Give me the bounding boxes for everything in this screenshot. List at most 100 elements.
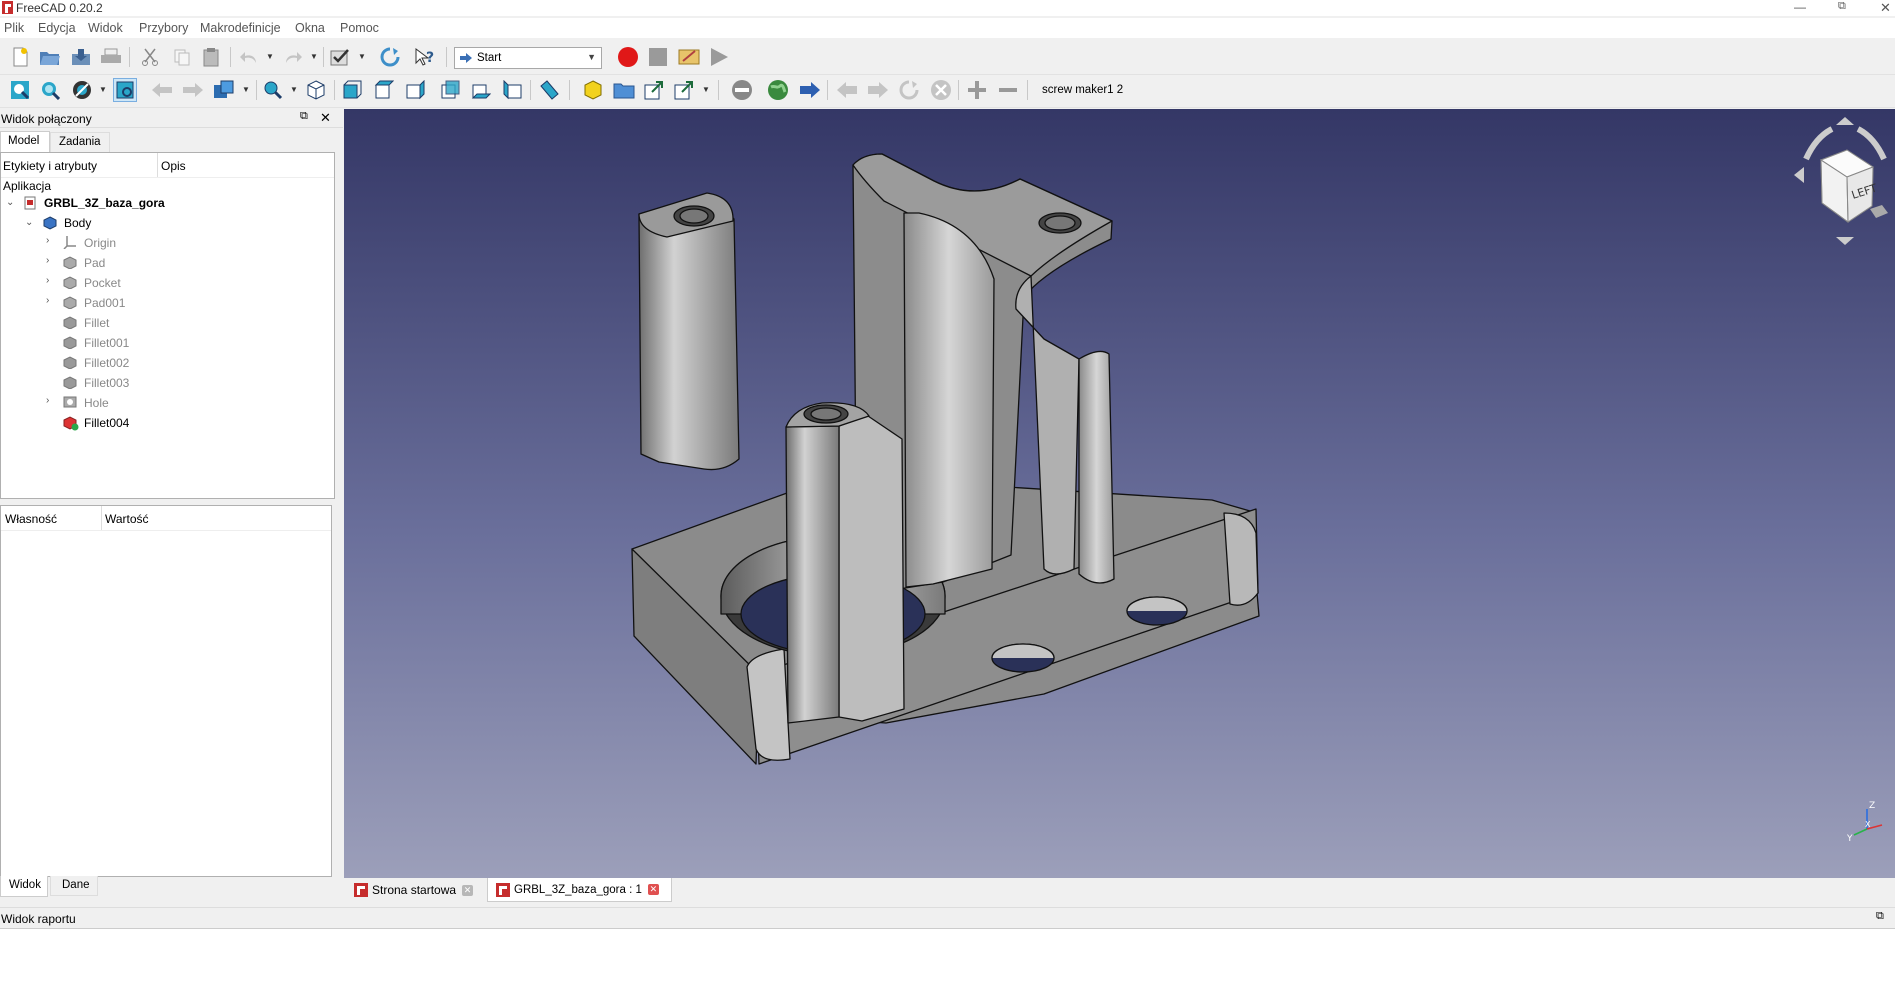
chevron-right-icon[interactable]: › — [46, 255, 49, 266]
zoom-in-icon[interactable] — [966, 79, 988, 101]
web-forward-icon[interactable] — [799, 79, 821, 101]
web-home-icon[interactable] — [767, 79, 789, 101]
menu-plik[interactable]: Plik — [4, 21, 24, 35]
stop-navigation-icon[interactable] — [731, 79, 753, 101]
zoom-out-icon[interactable] — [997, 79, 1019, 101]
close-window-button[interactable]: ✕ — [1880, 0, 1891, 16]
float-panel-icon[interactable]: ⧉ — [300, 110, 308, 123]
tab-model[interactable]: Model — [0, 131, 50, 152]
3d-model[interactable] — [344, 109, 1895, 878]
tree-document[interactable]: GRBL_3Z_baza_gora — [44, 196, 165, 210]
paste-icon[interactable] — [200, 46, 222, 68]
restore-button[interactable]: ⧉ — [1838, 0, 1846, 13]
measure-distance-icon[interactable] — [538, 79, 560, 101]
view-back-icon[interactable] — [151, 79, 173, 101]
view-front-icon[interactable] — [341, 79, 363, 101]
close-tab-icon[interactable]: ✕ — [647, 884, 659, 895]
column-property[interactable]: Własność — [5, 512, 57, 526]
web-refresh-icon[interactable] — [898, 79, 920, 101]
menu-pomoc[interactable]: Pomoc — [340, 21, 379, 35]
tab-widok[interactable]: Widok — [0, 876, 48, 897]
float-panel-icon[interactable]: ⧉ — [1876, 910, 1884, 923]
arrow-left-icon[interactable] — [1794, 167, 1804, 183]
rotate-left-icon[interactable] — [1803, 126, 1834, 161]
undo-icon[interactable] — [238, 46, 260, 68]
arrow-down-icon[interactable] — [1836, 237, 1854, 245]
view-rear-icon[interactable] — [439, 79, 461, 101]
chevron-right-icon[interactable]: › — [46, 295, 49, 306]
fit-selection-icon[interactable] — [39, 79, 61, 101]
create-group-icon[interactable] — [613, 79, 635, 101]
chevron-right-icon[interactable]: › — [46, 235, 49, 246]
view-bottom-icon[interactable] — [470, 79, 492, 101]
view-left-icon[interactable] — [501, 79, 523, 101]
create-part-icon[interactable] — [582, 79, 604, 101]
macros-icon[interactable] — [678, 46, 700, 68]
report-view-header: Widok raportu ⧉ — [0, 907, 1895, 928]
fit-all-icon[interactable] — [9, 79, 31, 101]
column-labels[interactable]: Etykiety i atrybuty — [3, 159, 97, 173]
link-actions-icon[interactable] — [674, 79, 696, 101]
record-macro-icon[interactable] — [617, 46, 639, 68]
draw-style-dropdown-icon[interactable]: ▼ — [99, 85, 107, 94]
macro-label[interactable]: screw maker1 2 — [1042, 84, 1123, 96]
minimize-button[interactable]: — — [1794, 0, 1806, 14]
web-back-icon[interactable] — [836, 79, 858, 101]
zoom-icon[interactable] — [262, 79, 284, 101]
std-toggle-icon[interactable] — [330, 46, 352, 68]
column-value[interactable]: Wartość — [105, 512, 149, 526]
cube-menu-icon[interactable] — [1870, 205, 1888, 218]
report-view-content[interactable] — [0, 928, 1895, 1002]
view-top-icon[interactable] — [373, 79, 395, 101]
sync-view-dropdown-icon[interactable]: ▼ — [242, 85, 250, 94]
menu-widok[interactable]: Widok — [88, 21, 123, 35]
close-tab-icon[interactable]: ✕ — [462, 884, 474, 896]
view-isometric-icon[interactable] — [305, 79, 327, 101]
copy-icon[interactable] — [171, 46, 193, 68]
arrow-up-icon[interactable] — [1836, 117, 1854, 125]
draw-style-icon[interactable] — [71, 79, 93, 101]
redo-icon[interactable] — [282, 46, 304, 68]
bounding-box-icon[interactable] — [113, 78, 137, 102]
3d-viewport[interactable]: LEFT Z X Y — [344, 109, 1895, 878]
chevron-down-icon[interactable]: ⌄ — [6, 197, 14, 208]
view-forward-icon[interactable] — [182, 79, 204, 101]
print-icon[interactable] — [100, 46, 122, 68]
make-link-icon[interactable] — [644, 79, 666, 101]
tab-zadania[interactable]: Zadania — [50, 132, 110, 152]
close-panel-icon[interactable]: ✕ — [320, 110, 331, 126]
web-stop-icon[interactable] — [930, 79, 952, 101]
chevron-right-icon[interactable]: › — [46, 275, 49, 286]
axis-y-label: Y — [1846, 834, 1853, 844]
undo-dropdown-icon[interactable]: ▼ — [266, 52, 274, 61]
column-description[interactable]: Opis — [161, 159, 186, 173]
chevron-down-icon[interactable]: ⌄ — [25, 217, 33, 228]
web-next-icon[interactable] — [867, 79, 889, 101]
menu-przybory[interactable]: Przybory — [139, 21, 188, 35]
navigation-cube[interactable]: LEFT — [1772, 115, 1892, 245]
refresh-icon[interactable] — [379, 46, 401, 68]
stop-macro-icon[interactable] — [647, 46, 669, 68]
doc-tab-start[interactable]: Strona startowa ✕ — [350, 878, 479, 902]
workbench-selector[interactable]: Start ▼ — [454, 47, 602, 69]
zoom-dropdown-icon[interactable]: ▼ — [290, 85, 298, 94]
cut-icon[interactable] — [139, 46, 161, 68]
open-file-icon[interactable] — [39, 46, 61, 68]
view-right-icon[interactable] — [404, 79, 426, 101]
sync-view-icon[interactable] — [213, 79, 235, 101]
tab-dane[interactable]: Dane — [50, 876, 98, 896]
chevron-right-icon[interactable]: › — [46, 395, 49, 406]
redo-dropdown-icon[interactable]: ▼ — [310, 52, 318, 61]
toggle-dropdown-icon[interactable]: ▼ — [358, 52, 366, 61]
execute-macro-icon[interactable] — [708, 46, 730, 68]
new-file-icon[interactable] — [9, 46, 31, 68]
menu-edycja[interactable]: Edycja — [38, 21, 76, 35]
doc-tab-model[interactable]: GRBL_3Z_baza_gora : 1 ✕ — [487, 878, 672, 902]
rotate-right-icon[interactable] — [1856, 126, 1887, 161]
tree-body[interactable]: Body — [64, 216, 91, 230]
save-icon[interactable] — [70, 46, 92, 68]
link-actions-dropdown-icon[interactable]: ▼ — [702, 85, 710, 94]
menu-makrodefinicje[interactable]: Makrodefinicje — [200, 21, 281, 35]
menu-okna[interactable]: Okna — [295, 21, 325, 35]
whats-this-icon[interactable]: ? — [414, 46, 436, 68]
